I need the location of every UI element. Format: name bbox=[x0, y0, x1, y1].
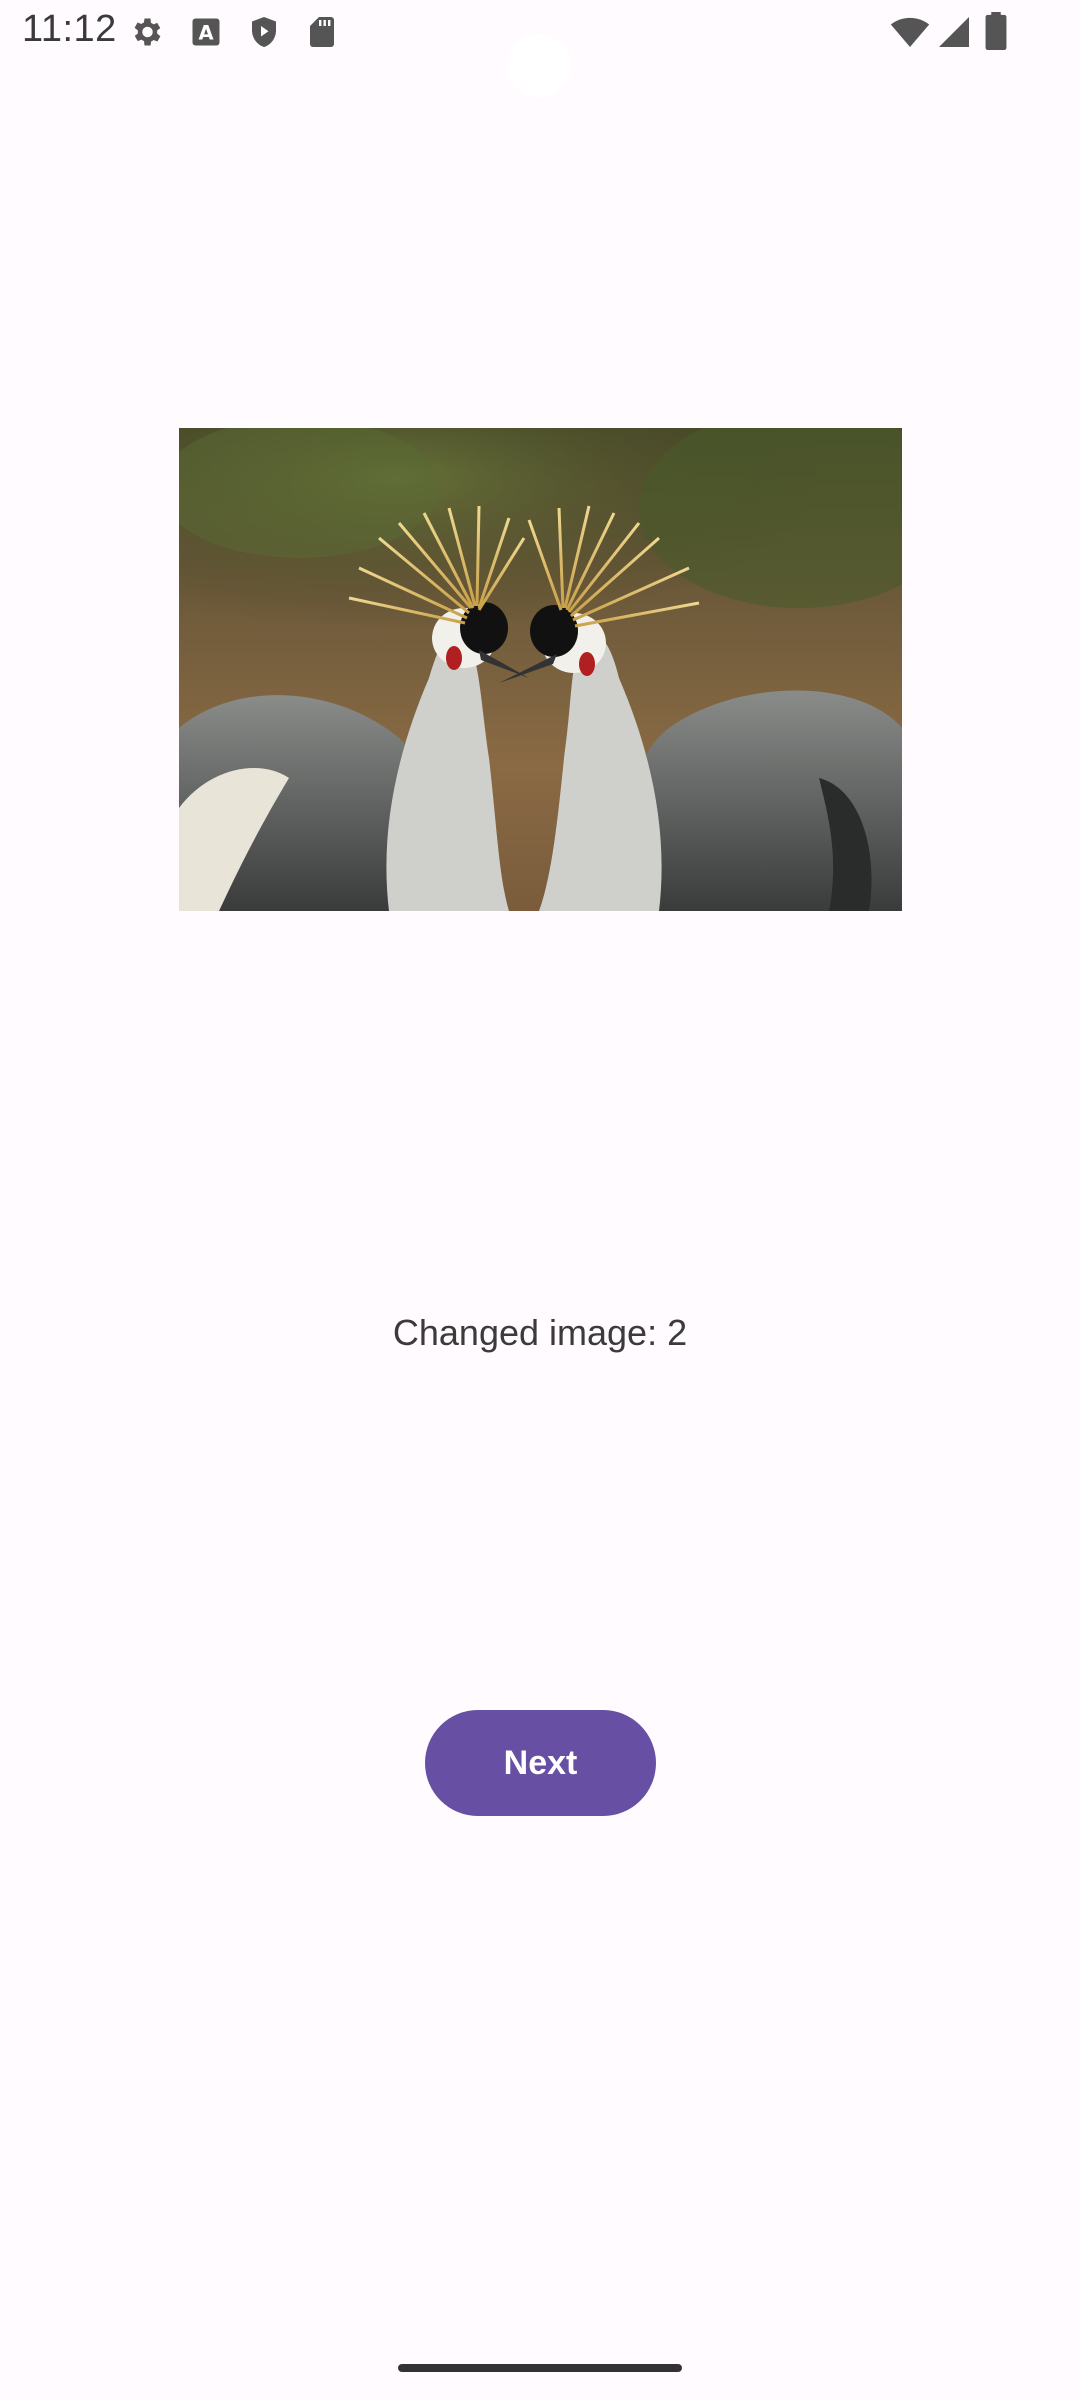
wifi-icon bbox=[890, 12, 930, 52]
crowned-cranes-photo bbox=[179, 428, 902, 911]
home-indicator[interactable] bbox=[398, 2364, 682, 2372]
font-a-icon: A bbox=[188, 14, 224, 50]
shield-play-icon bbox=[246, 14, 282, 50]
svg-text:A: A bbox=[198, 22, 213, 45]
app-screen: 11:12 A Changed image: 2 Next bbox=[0, 0, 1080, 2400]
changed-image-label: Changed image: 2 bbox=[392, 1312, 688, 1353]
sd-card-icon bbox=[304, 14, 340, 50]
camera-cutout bbox=[507, 34, 571, 98]
battery-icon bbox=[984, 12, 1008, 51]
status-time: 11:12 bbox=[22, 8, 117, 50]
cell-signal-icon bbox=[936, 14, 972, 50]
settings-icon bbox=[128, 14, 164, 50]
status-bar: 11:12 A bbox=[0, 0, 1080, 98]
next-button[interactable]: Next bbox=[425, 1710, 656, 1816]
